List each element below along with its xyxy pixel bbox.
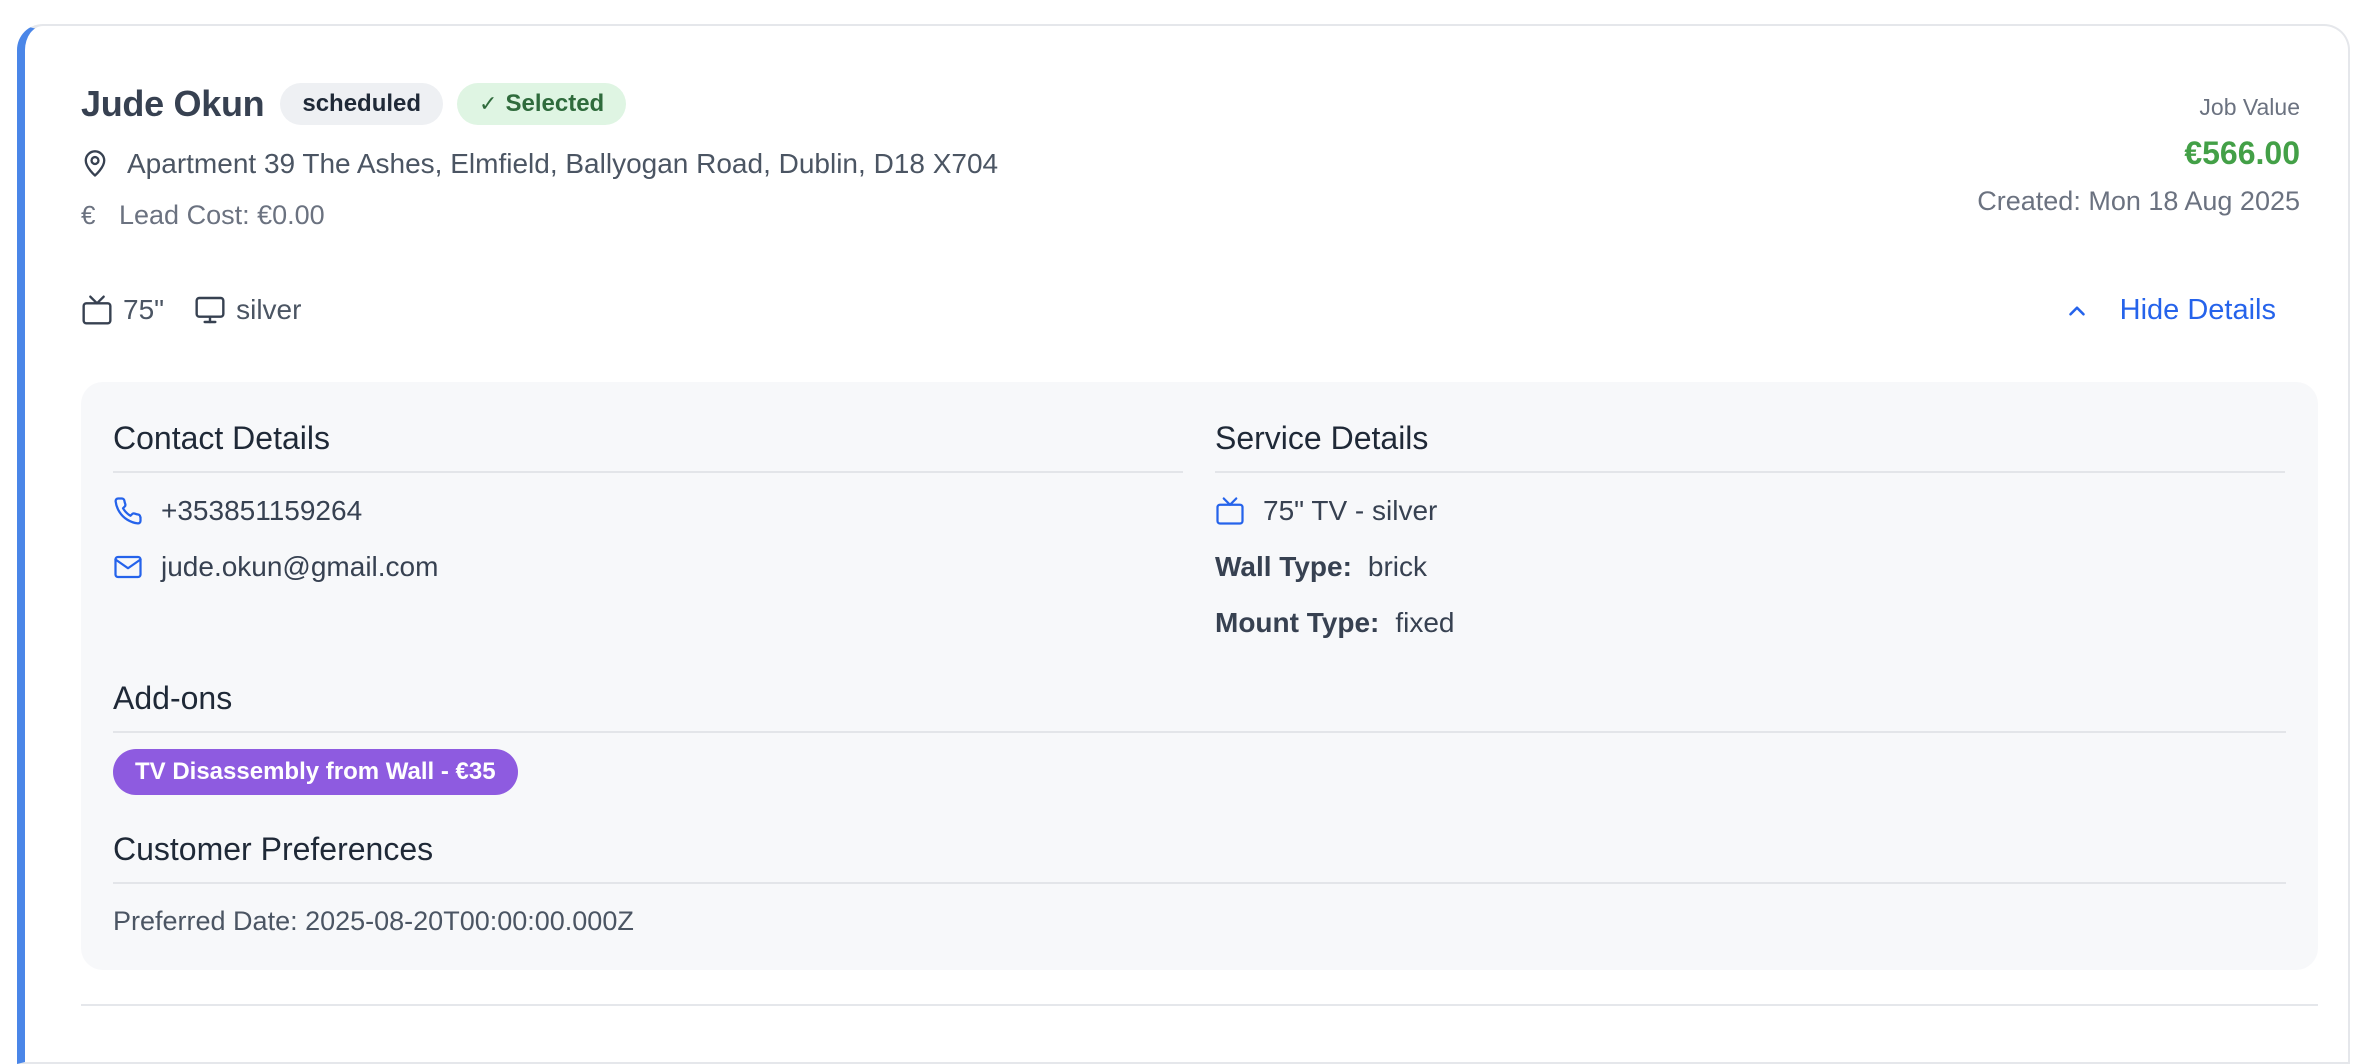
mount-type-row: Mount Type: fixed <box>1215 605 2285 641</box>
hide-details-button[interactable]: Hide Details <box>2064 294 2276 327</box>
mount-type-value: fixed <box>1395 607 1455 638</box>
lead-cost-text: Lead Cost: €0.00 <box>119 200 325 230</box>
selected-label: Selected <box>505 90 605 117</box>
monitor-icon <box>195 296 225 324</box>
address-text: Apartment 39 The Ashes, Elmfield, Ballyo… <box>127 148 999 179</box>
check-icon: ✓ <box>479 91 498 116</box>
phone-text[interactable]: +353851159264 <box>161 495 362 527</box>
service-tv-row: 75" TV - silver <box>1215 493 2285 529</box>
name-row: Jude Okun scheduled ✓ Selected <box>81 82 998 126</box>
tv-icon <box>82 295 112 325</box>
chevron-up-icon <box>2068 305 2085 316</box>
job-header: Jude Okun scheduled ✓ Selected Apartment… <box>81 82 998 231</box>
job-value-block: Job Value €566.00 Created: Mon 18 Aug 20… <box>1977 94 2300 217</box>
mail-icon <box>114 555 142 579</box>
divider <box>113 731 2286 733</box>
preferences-title: Customer Preferences <box>113 831 434 867</box>
tv-color-spec: silver <box>194 294 301 326</box>
tv-color-text: silver <box>236 294 302 325</box>
phone-row[interactable]: +353851159264 <box>113 493 1183 529</box>
email-row[interactable]: jude.okun@gmail.com <box>113 549 1183 585</box>
euro-icon: € <box>81 200 96 230</box>
status-badge: scheduled <box>280 83 444 125</box>
email-text[interactable]: jude.okun@gmail.com <box>161 551 438 583</box>
address-row: Apartment 39 The Ashes, Elmfield, Ballyo… <box>81 148 998 180</box>
service-details-title: Service Details <box>1215 420 1429 456</box>
addon-badge: TV Disassembly from Wall - €35 <box>113 749 518 795</box>
tv-icon <box>1216 497 1244 525</box>
mount-type-label: Mount Type: <box>1215 607 1380 638</box>
hide-details-label[interactable]: Hide Details <box>2120 294 2276 327</box>
map-pin-icon <box>84 150 106 177</box>
addons-section: Add-ons TV Disassembly from Wall - €35 <box>113 680 2286 795</box>
customer-preferences: Customer Preferences Preferred Date: 202… <box>113 831 2286 937</box>
tv-specs-row: 75" silver <box>81 294 331 326</box>
details-panel: Contact Details +353851159264 jude.okun@… <box>81 382 2318 970</box>
addons-title: Add-ons <box>113 680 233 716</box>
phone-icon <box>114 497 142 525</box>
wall-type-row: Wall Type: brick <box>1215 549 2285 585</box>
contact-details-title: Contact Details <box>113 420 330 456</box>
job-value-label: Job Value <box>2199 94 2300 120</box>
service-tv-text: 75" TV - silver <box>1263 495 1438 526</box>
tv-size-spec: 75" <box>81 294 164 326</box>
divider <box>113 471 1183 473</box>
created-date: Created: Mon 18 Aug 2025 <box>1977 186 2300 216</box>
job-value: €566.00 <box>2184 135 2300 171</box>
preferred-date: Preferred Date: 2025-08-20T00:00:00.000Z <box>113 906 634 936</box>
job-card: Jude Okun scheduled ✓ Selected Apartment… <box>17 24 2350 1064</box>
service-details: Service Details 75" TV - silver Wall Typ… <box>1215 420 2285 641</box>
customer-name: Jude Okun <box>81 83 265 124</box>
wall-type-value: brick <box>1367 551 1428 582</box>
card-divider <box>81 1004 2318 1006</box>
selected-badge: ✓ Selected <box>457 83 627 125</box>
contact-details: Contact Details +353851159264 jude.okun@… <box>113 420 1183 585</box>
wall-type-label: Wall Type: <box>1215 551 1352 582</box>
divider <box>113 882 2286 884</box>
lead-cost-row: € Lead Cost: €0.00 <box>81 200 998 231</box>
tv-size-text: 75" <box>123 294 165 325</box>
divider <box>1215 471 2285 473</box>
